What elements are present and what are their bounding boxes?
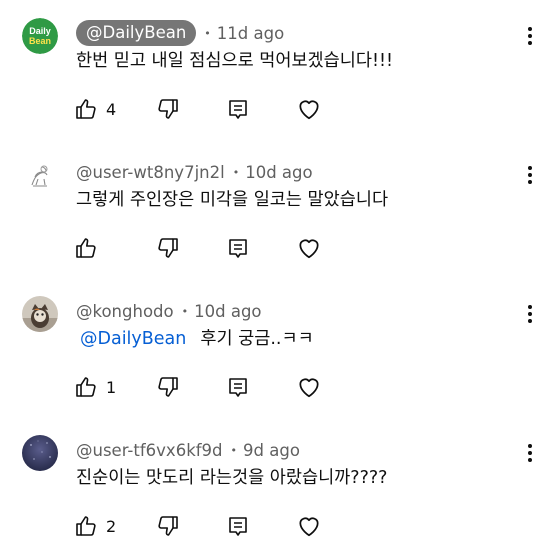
comment-timestamp[interactable]: 10d ago	[194, 302, 261, 321]
avatar[interactable]	[22, 296, 58, 332]
comment-actions	[74, 233, 334, 263]
sketch-avatar-image	[22, 157, 58, 193]
separator-dot: •	[232, 165, 240, 179]
reply-button[interactable]	[226, 511, 250, 541]
comment-text: 진순이는 맛도리 라는것을 아랐습니까????	[76, 468, 388, 488]
dislike-button[interactable]	[156, 94, 180, 124]
like-count: 1	[106, 377, 117, 397]
dailybean-logo: Daily Bean	[22, 18, 58, 54]
reply-comment-icon	[229, 517, 247, 536]
thumbs-up-icon	[76, 99, 96, 119]
svg-text:Bean: Bean	[29, 36, 51, 46]
author-handle[interactable]: @user-wt8ny7jn2l	[76, 163, 225, 182]
heart-button[interactable]	[296, 511, 322, 541]
comment-body: 후기 궁금..ㅋㅋ	[200, 329, 314, 349]
comment-timestamp[interactable]: 10d ago	[245, 163, 312, 182]
thumbs-down-icon	[158, 516, 178, 536]
reply-button[interactable]	[226, 372, 250, 402]
heart-icon	[299, 378, 319, 398]
author-handle[interactable]: @DailyBean	[76, 20, 197, 46]
heart-icon	[299, 239, 319, 259]
thumbs-up-icon	[76, 377, 96, 397]
comment-timestamp[interactable]: 9d ago	[243, 441, 300, 460]
comment-actions: 1	[74, 372, 334, 402]
reply-button[interactable]	[226, 233, 250, 263]
comment-actions: 4	[74, 94, 334, 124]
thumbs-down-icon	[158, 99, 178, 119]
comment-meta: @DailyBean • 11d ago	[76, 20, 284, 46]
comment-meta: @user-wt8ny7jn2l • 10d ago	[76, 159, 313, 185]
separator-dot: •	[230, 443, 238, 457]
comment-actions: 2	[74, 511, 334, 541]
reply-button[interactable]	[226, 94, 250, 124]
more-vertical-icon[interactable]	[520, 163, 540, 187]
comment-text: 한번 믿고 내일 점심으로 먹어보겠습니다!!!	[76, 51, 393, 71]
reply-comment-icon	[229, 239, 247, 258]
comment-item: @user-tf6vx6kf9d • 9d ago 진순이는 맛도리 라는것을 …	[0, 417, 560, 556]
like-count: 2	[106, 516, 117, 536]
comment-text: 그렇게 주인장은 미각을 일코는 말았습니다	[76, 190, 389, 210]
reply-comment-icon	[229, 100, 247, 119]
separator-dot: •	[204, 26, 211, 40]
separator-dot: •	[181, 304, 189, 318]
reply-comment-icon	[229, 378, 247, 397]
avatar[interactable]	[22, 435, 58, 471]
thumbs-up-icon	[76, 516, 96, 536]
author-handle[interactable]: @konghodo	[76, 302, 174, 321]
more-vertical-icon[interactable]	[520, 24, 540, 48]
heart-icon	[299, 100, 319, 120]
comment-text: @DailyBean 후기 궁금..ㅋㅋ	[76, 326, 314, 352]
comment-item: Daily Bean @DailyBean • 11d ago 한번 믿고 내일…	[0, 0, 560, 139]
like-button[interactable]: 2	[74, 511, 116, 541]
heart-button[interactable]	[296, 372, 322, 402]
cat-photo-avatar-image	[22, 296, 58, 332]
mention-link[interactable]: @DailyBean	[80, 329, 186, 349]
thumbs-down-icon	[158, 238, 178, 258]
dislike-button[interactable]	[156, 372, 180, 402]
heart-icon	[299, 517, 319, 537]
like-button[interactable]	[74, 233, 106, 263]
comment-item: @konghodo • 10d ago @DailyBean 후기 궁금..ㅋㅋ …	[0, 278, 560, 417]
heart-button[interactable]	[296, 94, 322, 124]
comment-timestamp[interactable]: 11d ago	[217, 24, 284, 43]
avatar[interactable]	[22, 157, 58, 193]
svg-text:Daily: Daily	[29, 26, 51, 36]
dislike-button[interactable]	[156, 233, 180, 263]
like-count: 4	[106, 99, 117, 119]
thumbs-down-icon	[158, 377, 178, 397]
avatar[interactable]: Daily Bean	[22, 18, 58, 54]
comments-list: Daily Bean @DailyBean • 11d ago 한번 믿고 내일…	[0, 0, 560, 560]
more-vertical-icon[interactable]	[520, 302, 540, 326]
comment-meta: @user-tf6vx6kf9d • 9d ago	[76, 437, 300, 463]
author-handle[interactable]: @user-tf6vx6kf9d	[76, 441, 223, 460]
more-vertical-icon[interactable]	[520, 441, 540, 465]
night-sky-avatar-image	[22, 435, 58, 471]
dislike-button[interactable]	[156, 511, 180, 541]
thumbs-up-icon	[76, 238, 96, 258]
heart-button[interactable]	[296, 233, 322, 263]
like-button[interactable]: 4	[74, 94, 116, 124]
like-button[interactable]: 1	[74, 372, 116, 402]
comment-meta: @konghodo • 10d ago	[76, 298, 262, 324]
comment-item: @user-wt8ny7jn2l • 10d ago 그렇게 주인장은 미각을 …	[0, 139, 560, 278]
